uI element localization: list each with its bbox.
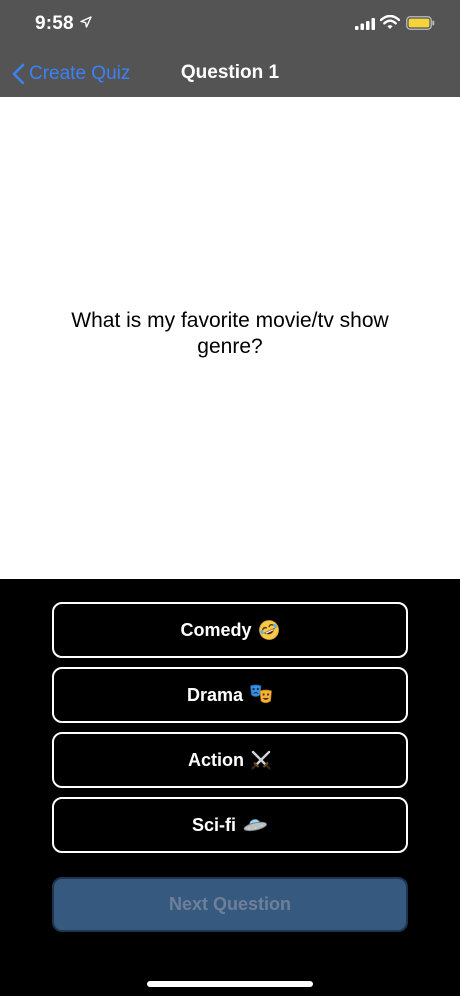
answer-button-scifi[interactable]: Sci-fi — [52, 797, 408, 853]
back-button-label: Create Quiz — [29, 63, 131, 84]
answer-label: Action — [188, 749, 244, 770]
performing-arts-emoji-icon — [249, 684, 273, 706]
answer-label: Comedy — [180, 619, 252, 640]
question-panel: What is my favorite movie/tv show genre? — [0, 97, 460, 579]
crossed-swords-emoji-icon — [250, 749, 272, 771]
wifi-icon — [380, 15, 400, 29]
question-text: What is my favorite movie/tv show genre? — [71, 309, 389, 358]
chevron-left-icon — [12, 63, 25, 85]
answer-list: Comedy Drama Action Sci-fi — [52, 602, 408, 862]
answer-button-drama[interactable]: Drama — [52, 667, 408, 723]
quiz-screen: 9:58 Create Quiz Question 1 What is my f… — [0, 0, 460, 996]
cellular-signal-icon — [355, 18, 375, 30]
next-question-button[interactable]: Next Question — [52, 877, 408, 932]
answer-button-comedy[interactable]: Comedy — [52, 602, 408, 658]
answer-label: Drama — [186, 684, 244, 705]
back-button[interactable]: Create Quiz — [12, 60, 130, 88]
answer-button-action[interactable]: Action — [52, 732, 408, 788]
answer-label: Sci-fi — [191, 814, 236, 835]
location-arrow-icon — [80, 16, 92, 28]
home-indicator[interactable] — [147, 981, 313, 987]
flying-saucer-emoji-icon — [242, 816, 268, 834]
next-question-label: Next Question — [168, 894, 292, 914]
top-bar: 9:58 Create Quiz Question 1 — [0, 0, 460, 97]
status-time: 9:58 — [35, 13, 74, 34]
battery-icon — [406, 16, 435, 30]
rolling-laughing-emoji-icon — [258, 619, 280, 641]
